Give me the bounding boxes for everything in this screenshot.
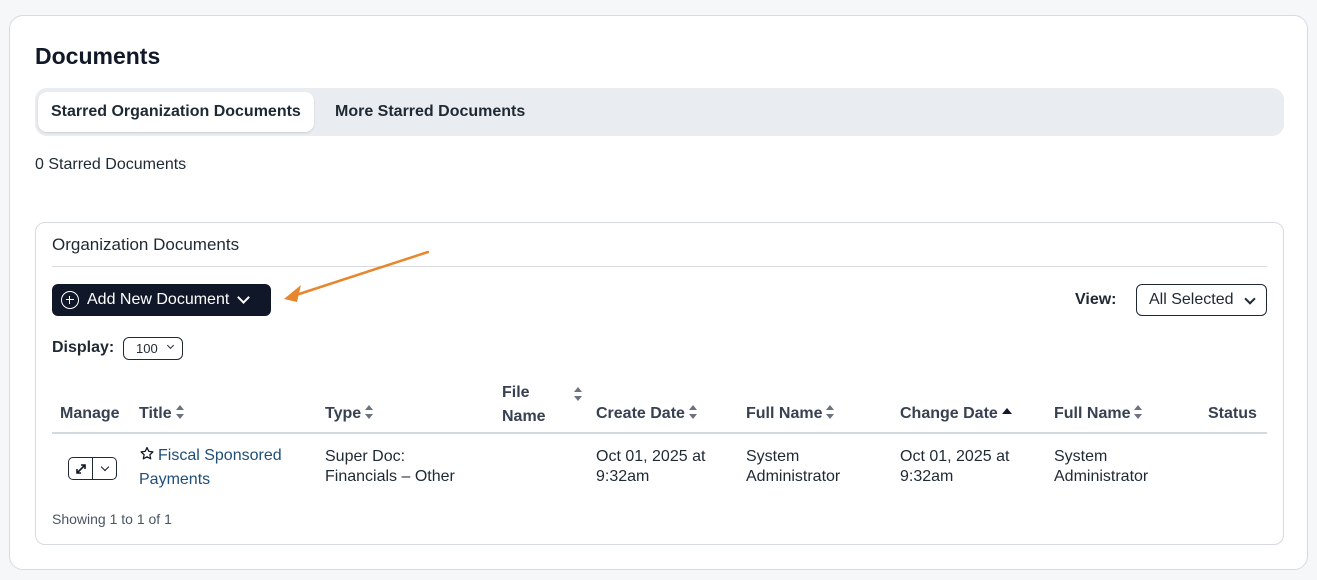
sort-icon: [688, 405, 697, 419]
sort-icon: [175, 405, 184, 419]
add-new-document-label: Add New Document: [87, 291, 230, 308]
view-label: View:: [1075, 291, 1117, 308]
page-title: Documents: [35, 43, 161, 69]
document-changed-by: System Administrator: [1054, 448, 1149, 485]
column-header-changed-by-full-name[interactable]: Full Name: [1054, 405, 1143, 423]
pagination-info: Showing 1 to 1 of 1: [52, 511, 172, 527]
column-header-created-by-full-name[interactable]: Full Name: [746, 405, 835, 423]
display-count-value: 100: [136, 341, 158, 356]
panel-divider: [52, 266, 1267, 267]
add-new-document-button[interactable]: Add New Document: [52, 284, 271, 316]
column-header-title[interactable]: Title: [139, 405, 184, 423]
column-header-status: Status: [1208, 405, 1257, 422]
document-title-link[interactable]: Fiscal Sponsored Payments: [139, 444, 309, 492]
chevron-down-icon: [100, 462, 109, 472]
sort-icon: [1134, 405, 1143, 419]
expand-button[interactable]: [69, 458, 93, 479]
expand-icon: [75, 463, 86, 474]
column-header-type[interactable]: Type: [325, 405, 374, 423]
column-header-create-date[interactable]: Create Date: [596, 405, 697, 423]
view-select[interactable]: All Selected: [1136, 284, 1267, 316]
sort-icon: [574, 387, 582, 401]
star-icon[interactable]: [139, 444, 155, 468]
view-select-value: All Selected: [1149, 291, 1234, 308]
starred-documents-count: 0 Starred Documents: [35, 156, 187, 173]
document-create-date: Oct 01, 2025 at 9:32am: [596, 448, 706, 485]
document-change-date: Oct 01, 2025 at 9:32am: [900, 448, 1010, 485]
document-type: Super Doc: Financials – Other: [325, 448, 455, 485]
sort-icon: [365, 405, 374, 419]
column-header-file-name[interactable]: File Name: [502, 381, 582, 429]
column-header-change-date[interactable]: Change Date: [900, 405, 1012, 423]
tab-bar: Starred Organization Documents More Star…: [35, 88, 1284, 136]
display-label: Display:: [52, 339, 115, 356]
chevron-down-icon: [237, 291, 251, 304]
chevron-down-icon: [1244, 293, 1256, 305]
table-header-divider: [52, 432, 1267, 434]
panel-title: Organization Documents: [52, 235, 240, 254]
manage-control: [68, 457, 117, 480]
plus-circle-icon: [61, 291, 79, 309]
sort-icon: [826, 405, 835, 419]
organization-documents-panel: Organization Documents Add New Document …: [35, 222, 1284, 545]
sort-ascending-icon: [1001, 408, 1012, 414]
display-count-select[interactable]: 100: [123, 337, 183, 360]
chevron-down-icon: [166, 341, 175, 350]
documents-card: Documents Starred Organization Documents…: [9, 15, 1308, 570]
document-created-by: System Administrator: [746, 448, 841, 485]
tab-starred-organization-documents[interactable]: Starred Organization Documents: [38, 92, 314, 132]
column-header-manage: Manage: [60, 405, 120, 422]
row-actions-dropdown[interactable]: [93, 458, 116, 479]
tab-more-starred-documents[interactable]: More Starred Documents: [322, 92, 538, 132]
